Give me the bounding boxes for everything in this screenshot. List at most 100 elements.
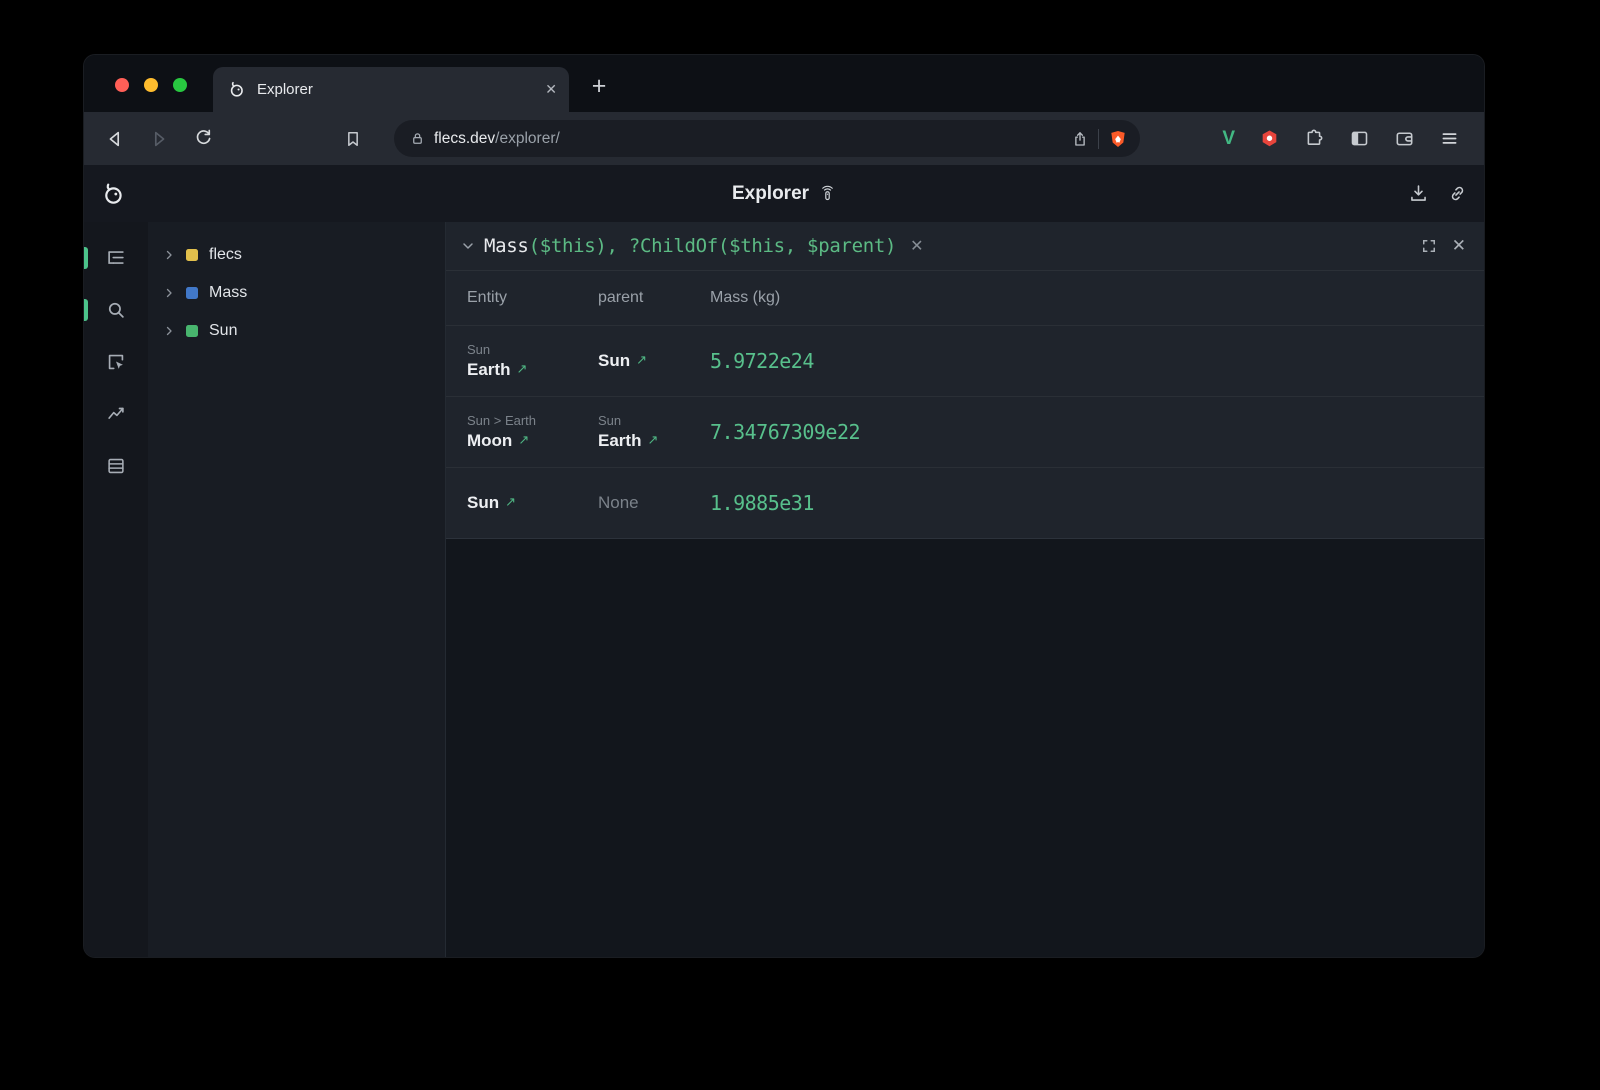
rail-entity-tree-icon[interactable] [98, 240, 134, 276]
parent-cell: Sun↗ [598, 351, 710, 371]
entity-path: Sun [467, 342, 598, 357]
external-link-icon: ↗ [518, 433, 529, 448]
divider [1098, 129, 1099, 149]
download-icon[interactable] [1408, 183, 1429, 204]
fullscreen-icon[interactable] [1420, 237, 1438, 255]
main-panel: Mass($this), ?ChildOf($this, $parent) ✕ … [445, 222, 1484, 957]
clear-query-icon[interactable]: ✕ [910, 236, 923, 256]
flecs-explorer-page: Explorer [84, 165, 1484, 957]
query-segment: ?ChildOf($this, $parent) [629, 235, 896, 257]
tree-item-label: flecs [209, 246, 242, 264]
maximize-window-button[interactable] [173, 78, 187, 92]
back-button[interactable] [98, 122, 132, 156]
header-actions [1408, 183, 1468, 204]
table-row: Sun Earth↗Sun↗5.9722e24 [446, 325, 1484, 396]
rail-inspector-icon[interactable] [98, 344, 134, 380]
tab-title: Explorer [257, 81, 313, 98]
external-link-icon: ↗ [636, 353, 647, 368]
empty-area [446, 539, 1484, 957]
chevron-right-icon[interactable] [163, 287, 185, 299]
chevron-right-icon[interactable] [163, 325, 185, 337]
browser-window: Explorer ✕ + [84, 55, 1484, 957]
column-header-entity: Entity [467, 289, 598, 307]
close-panel-icon[interactable]: ✕ [1452, 236, 1466, 256]
bookmark-icon[interactable] [336, 122, 370, 156]
new-tab-button[interactable]: + [584, 73, 614, 99]
entity-cell: Sun Earth↗ [467, 342, 598, 380]
forward-button[interactable] [142, 122, 176, 156]
active-indicator [84, 247, 88, 269]
extension-icons: V [1222, 128, 1470, 150]
minimize-window-button[interactable] [144, 78, 158, 92]
chevron-down-icon[interactable] [460, 238, 476, 254]
query-segment: ($this), [529, 235, 629, 257]
url-path: /explorer/ [495, 130, 560, 147]
address-bar[interactable]: flecs.dev/explorer/ [394, 120, 1140, 157]
external-link-icon: ↗ [647, 433, 658, 448]
connection-remote-icon [819, 185, 836, 202]
rail-statistics-icon[interactable] [98, 396, 134, 432]
entity-color-swatch [186, 287, 198, 299]
mass-cell: 5.9722e24 [710, 349, 1484, 373]
link-icon[interactable] [1447, 183, 1468, 204]
entity-color-swatch [186, 325, 198, 337]
table-row: Sun > EarthMoon↗SunEarth↗7.34767309e22 [446, 396, 1484, 467]
tab-close-icon[interactable]: ✕ [545, 81, 557, 98]
mass-cell: 7.34767309e22 [710, 420, 1484, 444]
query-text[interactable]: Mass($this), ?ChildOf($this, $parent) [484, 235, 896, 257]
mass-cell: 1.9885e31 [710, 491, 1484, 515]
page-title: Explorer [732, 183, 809, 205]
column-header-mass: Mass (kg) [710, 289, 1484, 307]
parent-name: None [598, 493, 710, 513]
parent-cell: None [598, 493, 710, 513]
sidebar-panel-icon[interactable] [1349, 128, 1370, 149]
vue-devtools-extension-icon[interactable]: V [1222, 128, 1235, 150]
url-domain: flecs.dev [434, 130, 495, 147]
entity-path: Sun > Earth [467, 413, 598, 428]
entity-name[interactable]: Moon↗ [467, 431, 598, 451]
tree-item[interactable]: flecs [148, 236, 445, 274]
brave-shields-icon[interactable] [1108, 129, 1128, 149]
menu-icon[interactable] [1439, 128, 1460, 149]
results-body: SunEarth↗Sun↗5.9722e24Sun > EarthMoon↗Su… [446, 325, 1484, 538]
entity-name[interactable]: Earth↗ [467, 360, 598, 380]
entity-name[interactable]: Sun↗ [467, 493, 598, 513]
external-link-icon: ↗ [505, 495, 516, 510]
table-row: Sun↗None1.9885e31 [446, 467, 1484, 538]
close-window-button[interactable] [115, 78, 129, 92]
entity-cell: Sun↗ [467, 493, 598, 513]
browser-toolbar: flecs.dev/explorer/ V [84, 112, 1484, 165]
query-result-panel: Mass($this), ?ChildOf($this, $parent) ✕ … [446, 222, 1484, 539]
extensions-puzzle-icon[interactable] [1304, 128, 1325, 149]
tree-item[interactable]: Mass [148, 274, 445, 312]
query-actions: ✕ [1420, 236, 1468, 256]
entity-cell: Sun > Earth Moon↗ [467, 413, 598, 451]
tree-item-label: Mass [209, 284, 247, 302]
column-header-parent: parent [598, 289, 710, 307]
mass-value: 5.9722e24 [710, 349, 814, 373]
wallet-icon[interactable] [1394, 128, 1415, 149]
chevron-right-icon[interactable] [163, 249, 185, 261]
url-text: flecs.dev/explorer/ [434, 130, 560, 148]
mass-value: 1.9885e31 [710, 491, 814, 515]
reload-button[interactable] [186, 122, 220, 156]
favicon-flecs-logo [227, 80, 246, 99]
browser-tab[interactable]: Explorer ✕ [213, 67, 569, 112]
hexagon-extension-icon[interactable] [1259, 128, 1280, 149]
rail-search-icon[interactable] [98, 292, 134, 328]
content-area: flecsMassSun Mass($this), ?ChildOf($this… [84, 222, 1484, 957]
tree-item[interactable]: Sun [148, 312, 445, 350]
mass-value: 7.34767309e22 [710, 420, 860, 444]
parent-name[interactable]: Earth↗ [598, 431, 710, 451]
entity-color-swatch [186, 249, 198, 261]
tree-item-label: Sun [209, 322, 237, 340]
query-segment: Mass [484, 235, 529, 257]
query-bar: Mass($this), ?ChildOf($this, $parent) ✕ … [446, 222, 1484, 271]
active-indicator [84, 299, 88, 321]
rail-commands-icon[interactable] [98, 448, 134, 484]
parent-name[interactable]: Sun↗ [598, 351, 710, 371]
tab-strip: Explorer ✕ + [84, 55, 1484, 112]
window-controls [115, 78, 187, 92]
share-icon[interactable] [1071, 130, 1089, 148]
padlock-icon [410, 131, 425, 146]
